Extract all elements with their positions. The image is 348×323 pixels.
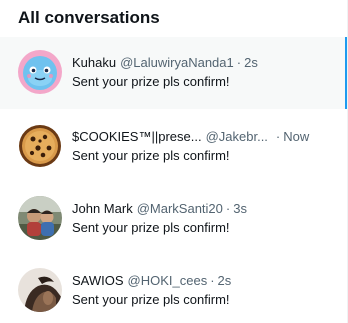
meta-separator: · (275, 129, 281, 144)
conversation-meta: SAWIOS @HOKI_cees · 2s (72, 272, 327, 289)
cookie-avatar-icon (18, 124, 62, 168)
message-preview: Sent your prize pls confirm! (72, 292, 230, 307)
conversation-text: John Mark @MarkSanti20 · 3s Sent your pr… (72, 200, 327, 236)
user-name: Kuhaku (72, 55, 117, 70)
profile-photo-avatar-icon (18, 268, 62, 312)
conversations-panel: All conversations Kuhaku @LaluwiryaNanda… (0, 0, 348, 323)
message-preview: Sent your prize pls confirm! (72, 74, 230, 89)
timestamp: Now (283, 129, 310, 144)
conversation-meta: John Mark @MarkSanti20 · 3s (72, 200, 327, 217)
user-handle: @MarkSanti20 (136, 201, 223, 216)
conversation-item-john-mark[interactable]: John Mark @MarkSanti20 · 3s Sent your pr… (0, 181, 347, 253)
kuhaku-avatar-icon (18, 50, 62, 94)
message-preview: Sent your prize pls confirm! (72, 148, 230, 163)
conversation-item-cookies[interactable]: $COOKIES™||prese... @Jakebr... · Now Sen… (0, 109, 347, 181)
timestamp: 2s (244, 55, 258, 70)
conversation-text: SAWIOS @HOKI_cees · 2s Sent your prize p… (72, 272, 327, 308)
conversation-text: $COOKIES™||prese... @Jakebr... · Now Sen… (72, 128, 327, 164)
meta-separator: · (236, 55, 242, 70)
user-handle: @HOKI_cees (127, 273, 208, 288)
conversation-item-sawios[interactable]: SAWIOS @HOKI_cees · 2s Sent your prize p… (0, 253, 347, 323)
message-preview: Sent your prize pls confirm! (72, 220, 230, 235)
conversation-text: Kuhaku @LaluwiryaNanda1 · 2s Sent your p… (72, 54, 327, 90)
timestamp: 3s (233, 201, 247, 216)
timestamp: 2s (217, 273, 232, 288)
conversation-meta: $COOKIES™||prese... @Jakebr... · Now (72, 128, 327, 145)
avatar[interactable] (18, 50, 62, 94)
user-handle: @LaluwiryaNanda1 (120, 55, 234, 70)
conversations-header: All conversations (0, 0, 348, 37)
user-name: $COOKIES™||prese... (72, 129, 202, 144)
user-name: SAWIOS (72, 273, 124, 288)
user-name: John Mark (72, 201, 133, 216)
meta-separator: · (225, 201, 231, 216)
avatar[interactable] (18, 124, 62, 168)
avatar[interactable] (18, 268, 62, 312)
avatar[interactable] (18, 196, 62, 240)
photo-avatar-icon (18, 196, 62, 240)
meta-separator: · (210, 273, 215, 288)
conversation-meta: Kuhaku @LaluwiryaNanda1 · 2s (72, 54, 327, 71)
page-title: All conversations (18, 7, 160, 27)
conversation-list: Kuhaku @LaluwiryaNanda1 · 2s Sent your p… (0, 37, 347, 323)
user-handle: @Jakebr... (205, 129, 268, 144)
conversation-item-kuhaku[interactable]: Kuhaku @LaluwiryaNanda1 · 2s Sent your p… (0, 37, 347, 109)
